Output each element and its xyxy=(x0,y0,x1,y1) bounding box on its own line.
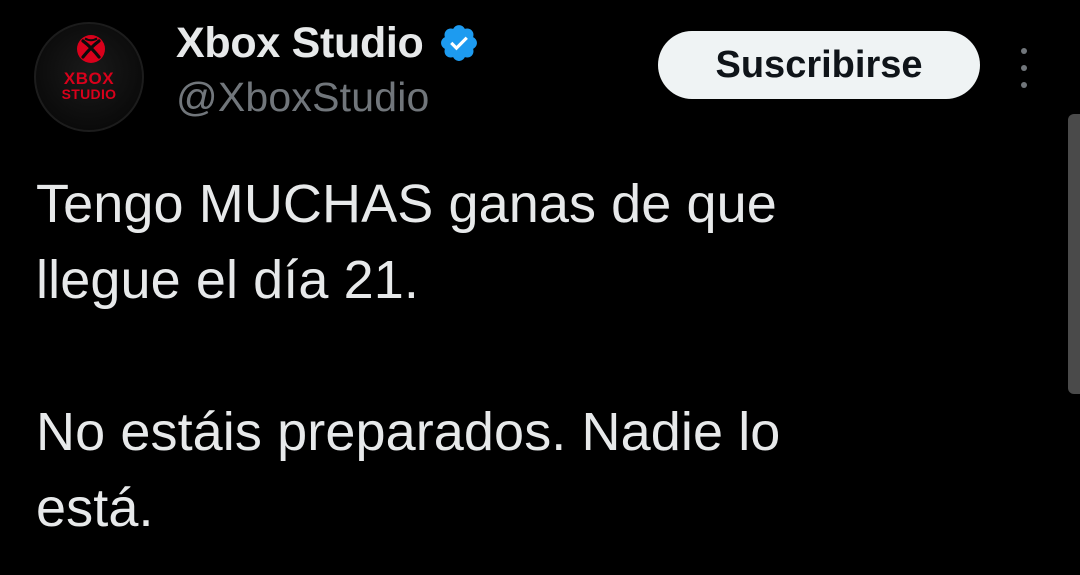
avatar-logo-text: XBOX xyxy=(63,69,115,88)
more-dot xyxy=(1021,82,1027,88)
tweet-card: XBOX STUDIO Xbox Studio @XboxStudio Susc… xyxy=(0,0,1080,575)
more-vertical-icon[interactable] xyxy=(1011,48,1037,88)
tweet-text-line: No estáis preparados. Nadie lo xyxy=(36,402,781,462)
xbox-logo-icon xyxy=(77,35,105,63)
verified-badge-icon[interactable] xyxy=(438,22,480,64)
tweet-text: Tengo MUCHAS ganas de que llegue el día … xyxy=(36,166,1046,546)
tweet-text-line: Tengo MUCHAS ganas de que xyxy=(36,174,777,234)
author-handle[interactable]: @XboxStudio xyxy=(176,74,480,121)
scrollbar[interactable] xyxy=(1068,114,1080,394)
avatar[interactable]: XBOX STUDIO xyxy=(34,22,144,132)
author-display-name[interactable]: Xbox Studio xyxy=(176,19,424,68)
more-dot xyxy=(1021,65,1027,71)
tweet-header: Xbox Studio @XboxStudio xyxy=(176,16,480,121)
more-dot xyxy=(1021,48,1027,54)
display-name-row: Xbox Studio xyxy=(176,16,480,70)
avatar-logo-subtext: STUDIO xyxy=(61,86,117,102)
tweet-text-line: está. xyxy=(36,478,154,538)
tweet-text-line: llegue el día 21. xyxy=(36,250,419,310)
subscribe-button[interactable]: Suscribirse xyxy=(658,31,980,99)
